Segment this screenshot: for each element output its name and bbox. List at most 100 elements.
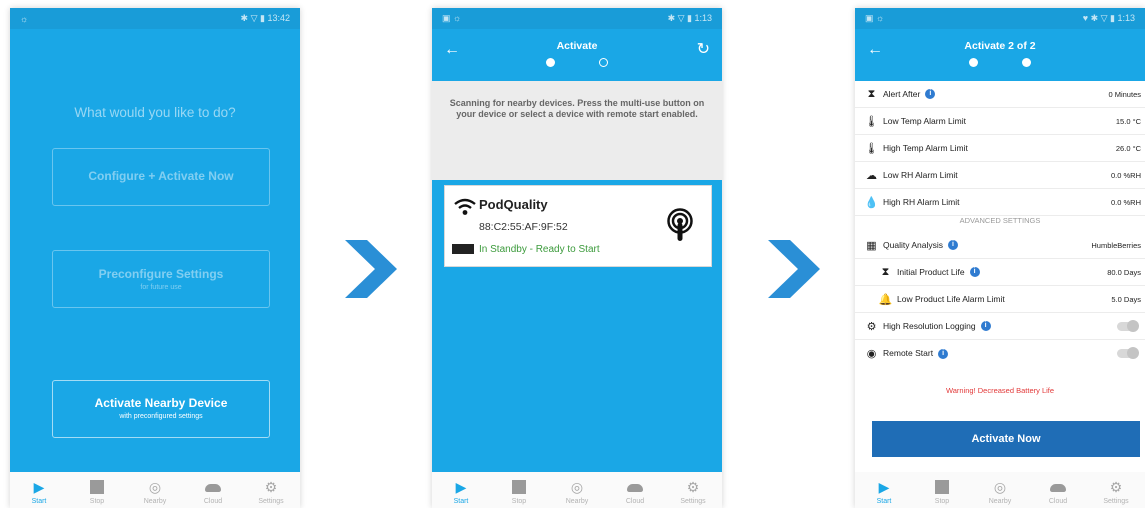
tab-label: Start: [876, 498, 892, 505]
page-title: Activate: [556, 40, 598, 52]
setting-label: Remote Start: [883, 348, 934, 359]
activate-settings-screen: ▣ ☼ ♥ ✱ ▽ ▮ 1:13 ← Activate 2 of 2 ⧗ Ale…: [855, 8, 1145, 508]
gears-icon: ⚙: [866, 320, 877, 333]
prompt-question: What would you like to do?: [74, 105, 236, 120]
broadcast-icon: [667, 208, 693, 241]
tab-nearby[interactable]: ◎ Nearby: [131, 478, 179, 505]
activate-nearby-label: Activate Nearby Device: [94, 396, 228, 410]
advanced-settings-header: ADVANCED SETTINGS: [959, 216, 1041, 225]
activate-scan-screen: ▣ ☼ ✱ ▽ ▮ 1:13 ← Activate ↻ Scanning for…: [432, 8, 722, 508]
scan-instructions: Scanning for nearby devices. Press the m…: [432, 81, 722, 180]
setting-low-rh-alarm[interactable]: ☁ Low RH Alarm Limit 0.0 %RH: [855, 162, 1145, 189]
tab-stop[interactable]: Stop: [73, 478, 121, 505]
tab-nearby[interactable]: ◎ Nearby: [976, 478, 1024, 505]
status-left: ☼: [20, 13, 29, 24]
status-right: ✱ ▽ ▮ 1:13: [667, 13, 712, 23]
setting-low-product-life-alarm[interactable]: 🔔 Low Product Life Alarm Limit 5.0 Days: [855, 286, 1145, 313]
step-dot-inactive: [599, 58, 608, 67]
bottom-tab-bar: ▶ Start Stop ◎ Nearby Cloud ⚙ Settings: [855, 472, 1145, 508]
step-indicator: [432, 58, 722, 67]
play-icon: ▶: [878, 479, 890, 495]
tab-start[interactable]: ▶ Start: [437, 478, 485, 505]
setting-label: Alert After: [883, 88, 921, 99]
tab-cloud[interactable]: Cloud: [1034, 478, 1082, 505]
setting-label: High Temp Alarm Limit: [883, 143, 968, 153]
bottom-tab-bar: ▶ Start Stop ◎ Nearby Cloud ⚙ Settings: [10, 472, 300, 508]
setting-remote-start[interactable]: ◉ Remote Start i: [855, 340, 1145, 367]
bottom-tab-bar: ▶ Start Stop ◎ Nearby Cloud ⚙ Settings: [432, 472, 722, 508]
chevron-right-icon: [768, 240, 820, 298]
thermometer-icon: 🌡: [864, 115, 879, 128]
play-icon: ▶: [455, 479, 467, 495]
refresh-icon[interactable]: ↻: [697, 39, 710, 59]
cloud-icon: ☁: [866, 169, 877, 182]
play-icon: ▶: [33, 479, 45, 495]
tab-cloud[interactable]: Cloud: [611, 478, 659, 505]
setting-high-rh-alarm[interactable]: 💧 High RH Alarm Limit 0.0 %RH: [855, 189, 1145, 216]
page-title: Activate 2 of 2: [964, 40, 1036, 52]
tab-start[interactable]: ▶ Start: [860, 478, 908, 505]
setting-high-temp-alarm[interactable]: 🌡 High Temp Alarm Limit 26.0 °C: [855, 135, 1145, 162]
tab-stop[interactable]: Stop: [495, 478, 543, 505]
tab-settings[interactable]: ⚙ Settings: [247, 478, 295, 505]
compass-icon: ◎: [570, 479, 584, 495]
preconfigure-settings-button[interactable]: Preconfigure Settings for future use: [52, 250, 270, 308]
device-name: PodQuality: [479, 197, 548, 212]
configure-activate-label: Configure + Activate Now: [88, 169, 234, 183]
tab-label: Settings: [680, 498, 706, 505]
info-icon[interactable]: i: [980, 321, 991, 332]
device-card[interactable]: PodQuality 88:C2:55:AF:9F:52 In Standby …: [444, 185, 712, 267]
remote-start-toggle[interactable]: [1117, 347, 1139, 359]
hourglass-icon: ⧗: [867, 87, 876, 100]
tab-stop[interactable]: Stop: [918, 478, 966, 505]
activate-nearby-sublabel: with preconfigured settings: [119, 413, 203, 420]
configure-activate-button[interactable]: Configure + Activate Now: [52, 148, 270, 206]
step-dot-complete: [969, 58, 978, 67]
setting-quality-analysis[interactable]: ▦ Quality Analysis i HumbleBerries: [855, 232, 1145, 259]
status-right: ♥ ✱ ▽ ▮ 1:13: [1082, 13, 1135, 23]
setting-label: High RH Alarm Limit: [883, 197, 960, 207]
app-bar: ← Activate ↻: [432, 29, 722, 81]
setting-value: 80.0 Days: [1107, 267, 1141, 277]
setting-value: 0.0 %RH: [1110, 170, 1141, 180]
chevron-right-icon: [345, 240, 397, 298]
tab-label: Stop: [89, 498, 105, 505]
cloud-icon: [205, 478, 221, 496]
setting-value: 5.0 Days: [1111, 294, 1141, 304]
hourglass-icon: ⧗: [881, 265, 890, 278]
setting-high-resolution-logging[interactable]: ⚙ High Resolution Logging i: [855, 313, 1145, 340]
tab-start[interactable]: ▶ Start: [15, 478, 63, 505]
stop-icon: [935, 478, 949, 496]
step-dot-active: [546, 58, 555, 67]
status-bar: ▣ ☼ ✱ ▽ ▮ 1:13: [432, 8, 722, 29]
activate-now-button[interactable]: Activate Now: [872, 421, 1140, 457]
bell-icon: 🔔: [878, 293, 893, 306]
step-dot-active: [1022, 58, 1031, 67]
tab-cloud[interactable]: Cloud: [189, 478, 237, 505]
tab-settings[interactable]: ⚙ Settings: [669, 478, 717, 505]
compass-icon: ◎: [148, 479, 162, 495]
setting-alert-after[interactable]: ⧗ Alert After i 0 Minutes: [855, 81, 1145, 108]
cloud-icon: [627, 478, 643, 496]
info-icon[interactable]: i: [948, 240, 958, 251]
gear-icon: ⚙: [264, 479, 278, 495]
info-icon[interactable]: i: [969, 267, 980, 278]
activate-nearby-button[interactable]: Activate Nearby Device with preconfigure…: [52, 380, 270, 438]
info-icon[interactable]: i: [938, 348, 949, 359]
setting-low-temp-alarm[interactable]: 🌡 Low Temp Alarm Limit 15.0 °C: [855, 108, 1145, 135]
settings-list: ⧗ Alert After i 0 Minutes 🌡 Low Temp Alar…: [855, 81, 1145, 472]
status-bar: ▣ ☼ ♥ ✱ ▽ ▮ 1:13: [855, 8, 1145, 29]
setting-initial-product-life[interactable]: ⧗ Initial Product Life i 80.0 Days: [855, 259, 1145, 286]
logging-toggle[interactable]: [1117, 319, 1139, 332]
setting-value: 26.0 °C: [1115, 143, 1141, 153]
setting-label: High Resolution Logging: [883, 320, 976, 331]
app-bar: ← Activate 2 of 2: [855, 29, 1145, 81]
battery-warning: Warning! Decreased Battery Life: [945, 386, 1055, 395]
preconfigure-label: Preconfigure Settings: [98, 267, 224, 281]
tab-settings[interactable]: ⚙ Settings: [1092, 478, 1140, 505]
setting-label: Quality Analysis: [883, 239, 943, 250]
tab-label: Nearby: [143, 498, 167, 505]
info-icon[interactable]: i: [925, 89, 936, 100]
tab-label: Cloud: [625, 498, 645, 505]
tab-nearby[interactable]: ◎ Nearby: [553, 478, 601, 505]
